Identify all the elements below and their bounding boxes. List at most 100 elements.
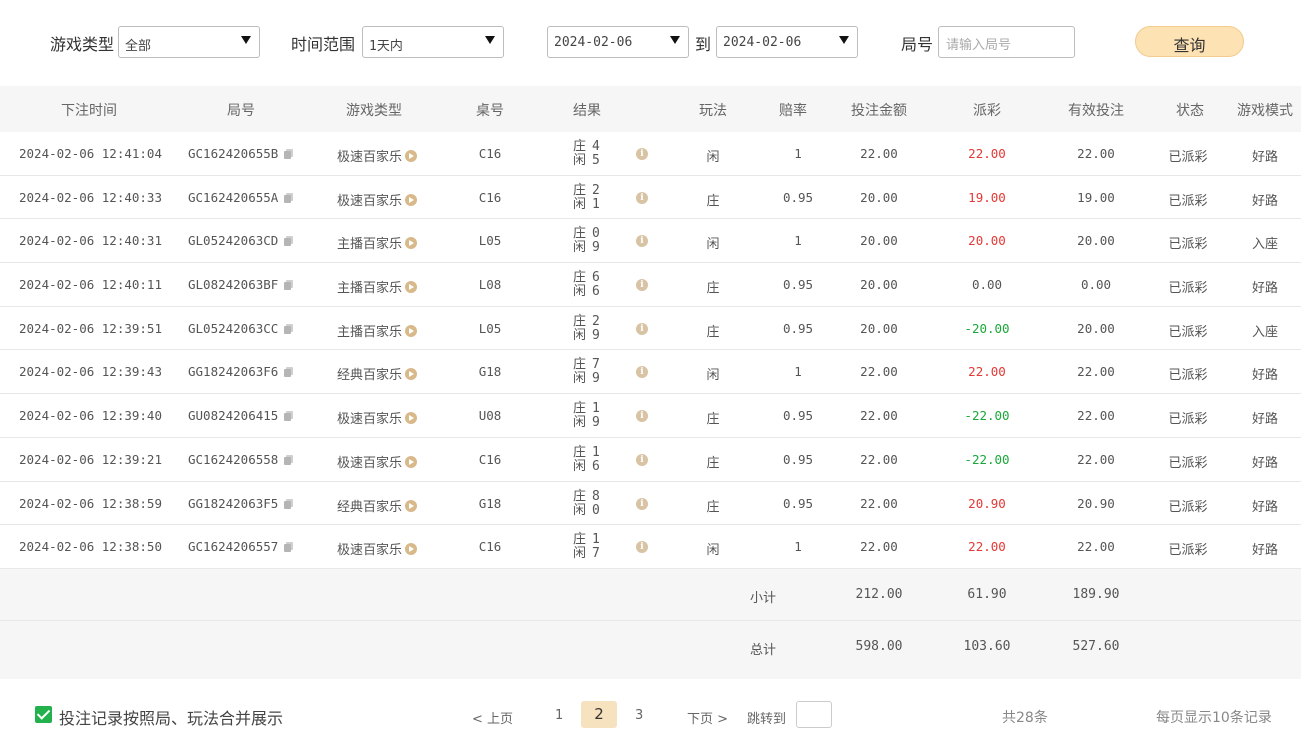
game-mode-text: 入座 — [1251, 237, 1279, 253]
round-text: GU0824206415 — [188, 408, 279, 424]
info-icon[interactable]: i — [636, 322, 648, 335]
play-replay-icon[interactable] — [405, 455, 418, 468]
valid-bet-cell: 22.00 — [1077, 146, 1115, 161]
bet-time-text: 2024-02-06 12:40:33 — [19, 189, 162, 205]
col-payout: 派彩 — [973, 103, 1001, 119]
table-row: 2024-02-06 12:39:40 GU0824206415 极速百家乐 U08 庄… — [0, 394, 1301, 438]
copy-icon[interactable] — [284, 542, 294, 553]
bet-amount-text: 20.00 — [860, 277, 898, 293]
bet-amount-cell: 22.00 — [860, 408, 898, 423]
game-mode-cell: 好路 — [1252, 190, 1278, 209]
odds-cell: 0.95 — [783, 452, 813, 467]
table-row: 2024-02-06 12:38:50 GC1624206557 极速百家乐 C16 闲… — [0, 525, 1301, 569]
player-score: 9 — [592, 240, 600, 256]
copy-icon[interactable] — [284, 498, 294, 509]
play-replay-icon[interactable] — [405, 237, 418, 250]
status-text: 已派彩 — [1168, 324, 1208, 340]
col-game-type: 游戏类型 — [346, 103, 402, 119]
player-score: 6 — [592, 458, 600, 474]
game-type-text: 主播百家乐 — [337, 237, 403, 253]
copy-icon[interactable] — [284, 411, 294, 422]
info-icon[interactable]: i — [636, 453, 648, 466]
copy-icon[interactable] — [284, 367, 294, 378]
game-type-text: 极速百家乐 — [337, 543, 403, 559]
result-cell: 庄6闲6 — [573, 271, 600, 299]
prev-page-link[interactable]: < 上页 — [472, 708, 513, 727]
payout-cell: 20.00 — [968, 233, 1006, 248]
result-cell: 庄1闲6 — [573, 444, 600, 474]
status-cell: 已派彩 — [1168, 233, 1207, 252]
page-link-2-current[interactable]: 2 — [581, 701, 617, 728]
banker-score: 1 — [592, 532, 600, 548]
info-icon[interactable]: i — [636, 191, 648, 204]
play-replay-icon[interactable] — [405, 368, 418, 381]
banker-score: 1 — [592, 444, 600, 460]
date-from-select[interactable]: 2024-02-06 — [547, 26, 689, 58]
table-cell: G18 — [479, 496, 502, 511]
play-replay-icon[interactable] — [405, 499, 418, 512]
bet-type-cell: 闲 — [706, 146, 719, 165]
player-score: 9 — [592, 415, 600, 431]
info-icon[interactable]: i — [636, 366, 648, 379]
valid-bet-cell: 20.00 — [1077, 321, 1115, 336]
info-icon[interactable]: i — [636, 279, 648, 292]
merge-checkbox[interactable] — [35, 706, 52, 723]
result-banker-line: 庄1 — [573, 444, 600, 460]
page-link-1[interactable]: 1 — [555, 708, 563, 723]
caret-down-icon — [485, 36, 495, 44]
info-icon[interactable]: i — [636, 235, 648, 248]
game-type-select[interactable]: 全部 — [118, 26, 260, 58]
info-icon[interactable]: i — [636, 148, 648, 160]
player-label: 闲 — [573, 371, 587, 387]
play-replay-icon[interactable] — [405, 193, 418, 206]
copy-icon[interactable] — [284, 192, 294, 203]
bet-time-cell: 2024-02-06 12:40:31 — [19, 233, 162, 248]
copy-icon[interactable] — [284, 149, 294, 159]
bet-type-cell: 闲 — [706, 539, 719, 558]
page-link-3[interactable]: 3 — [635, 708, 643, 723]
game-mode-cell: 好路 — [1252, 496, 1278, 515]
game-mode-cell: 好路 — [1252, 146, 1278, 165]
play-replay-icon[interactable] — [405, 281, 418, 294]
jump-to-page-input[interactable] — [796, 701, 832, 728]
time-range-select[interactable]: 1天内 — [362, 26, 504, 58]
table-text: C16 — [478, 539, 502, 555]
round-text: GC1624206557 — [188, 539, 279, 555]
copy-icon[interactable] — [284, 454, 294, 465]
status-cell: 已派彩 — [1168, 321, 1207, 340]
table-text: L05 — [478, 233, 502, 249]
player-label: 闲 — [573, 240, 587, 256]
result-cell: 庄1闲7 — [573, 533, 600, 561]
merge-checkbox-label[interactable]: 投注记录按照局、玩法合并展示 — [59, 705, 283, 729]
payout-text: -22.00 — [964, 408, 1010, 424]
query-button[interactable]: 查询 — [1135, 26, 1244, 57]
player-label: 闲 — [573, 153, 587, 168]
player-score: 9 — [592, 371, 600, 387]
game-type-text: 极速百家乐 — [337, 455, 403, 471]
round-number-input[interactable]: 请输入局号 — [938, 26, 1075, 58]
play-replay-icon[interactable] — [405, 543, 418, 556]
bet-type-cell: 庄 — [706, 408, 719, 427]
date-to-select[interactable]: 2024-02-06 — [716, 26, 858, 58]
info-icon[interactable]: i — [636, 410, 648, 423]
bet-amount-cell: 20.00 — [860, 190, 898, 205]
info-icon[interactable]: i — [636, 497, 648, 510]
info-icon[interactable]: i — [636, 541, 648, 554]
copy-icon[interactable] — [284, 236, 294, 247]
date-separator: 到 — [695, 35, 712, 54]
valid-bet-cell: 22.00 — [1077, 539, 1115, 554]
bet-type-text: 庄 — [706, 455, 720, 471]
copy-icon[interactable] — [284, 323, 294, 334]
play-replay-icon[interactable] — [405, 412, 418, 425]
round-text: GC162420655B — [188, 146, 279, 161]
table-row: 2024-02-06 12:39:21 GC1624206558 极速百家乐 C16 庄… — [0, 437, 1301, 482]
player-score: 9 — [592, 327, 600, 343]
round-cell: GL05242063CC — [188, 321, 294, 336]
play-replay-icon[interactable] — [405, 324, 418, 337]
next-page-link[interactable]: 下页 > — [687, 708, 728, 727]
play-replay-icon[interactable] — [405, 150, 418, 162]
date-from-value: 2024-02-06 — [554, 35, 633, 50]
copy-icon[interactable] — [284, 280, 294, 291]
player-score: 7 — [592, 546, 600, 562]
table-row: 2024-02-06 12:40:31 GL05242063CD 主播百家乐 L05 闲… — [0, 219, 1301, 264]
